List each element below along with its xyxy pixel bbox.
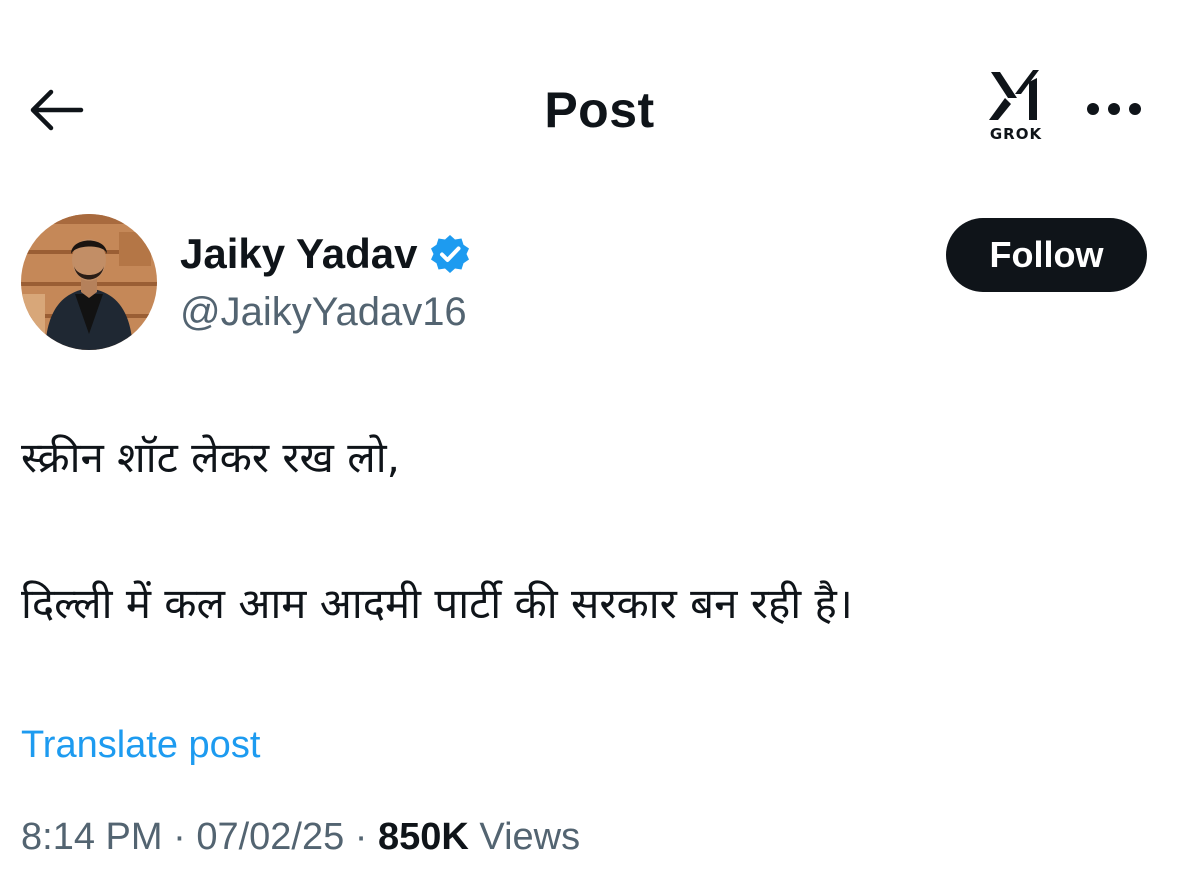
views-label: Views [479,816,581,858]
meta-separator: · [354,816,368,858]
author-name[interactable]: Jaiky Yadav [180,228,471,280]
more-options-button[interactable] [1078,84,1150,134]
grok-logo-icon [989,70,1039,120]
follow-button[interactable]: Follow [946,218,1147,292]
post-text-line-1: स्क्रीन शॉट लेकर रख लो, [21,433,400,482]
author-avatar[interactable] [21,214,157,350]
author-handle[interactable]: @JaikyYadav16 [180,287,467,337]
post-text-line-2: दिल्ली में कल आम आदमी पार्टी की सरकार बन… [21,579,853,628]
ellipsis-icon [1087,103,1141,115]
grok-button[interactable]: GROK [978,68,1054,150]
meta-separator: · [173,816,186,858]
post-time[interactable]: 8:14 PM [21,816,163,858]
avatar-photo [21,214,157,350]
top-bar: Post GROK [0,0,1199,180]
views-count[interactable]: 850K [378,816,469,858]
post-metadata: 8:14 PM · 07/02/25 · 850K Views [21,812,580,862]
translate-post-link[interactable]: Translate post [21,722,260,768]
post-date[interactable]: 07/02/25 [196,816,344,858]
verified-badge-icon [431,235,470,273]
grok-label: GROK [989,125,1043,143]
author-name-text: Jaiky Yadav [180,230,418,277]
